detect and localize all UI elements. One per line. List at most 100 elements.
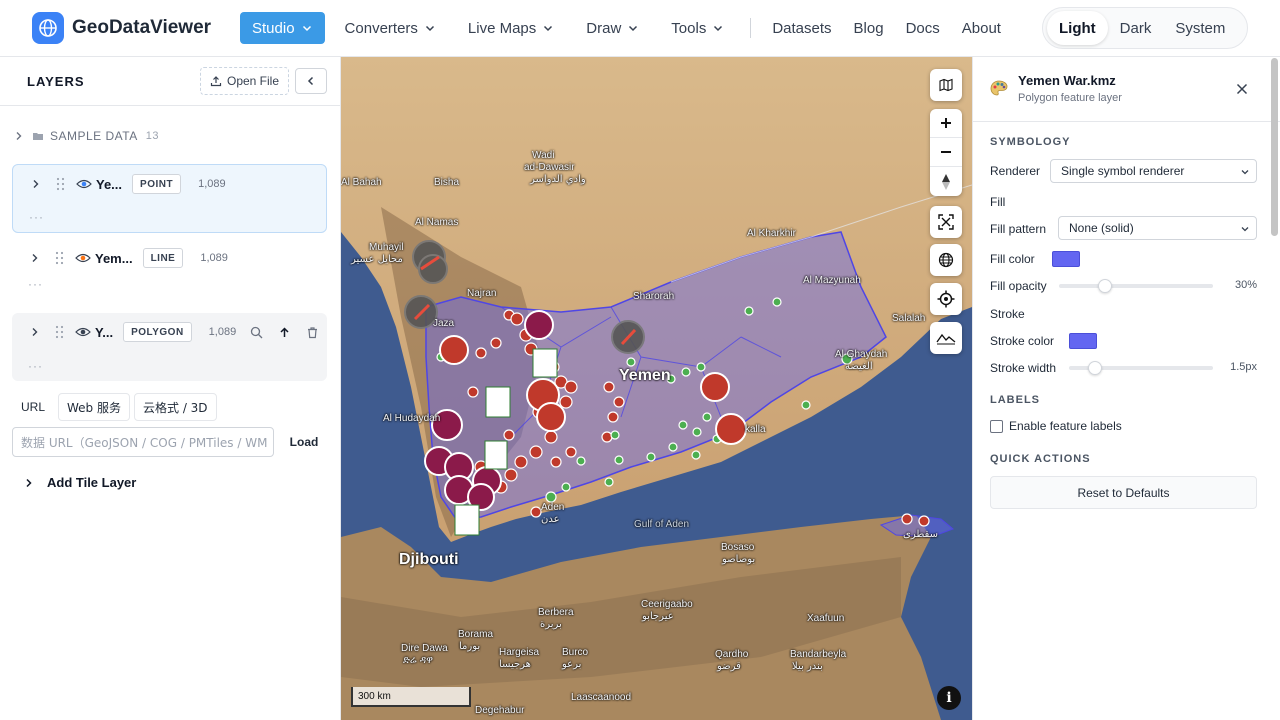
map-label: Wadi	[532, 150, 555, 161]
map-label: ad-Dawasir	[524, 162, 575, 173]
zoom-out-button[interactable]	[930, 138, 962, 167]
open-file-button[interactable]: Open File	[200, 67, 289, 95]
nav-link-about[interactable]: About	[951, 20, 1012, 37]
map-label: Al Kharkhir	[747, 228, 796, 239]
close-button[interactable]	[1233, 80, 1251, 98]
layer-row: Yem... LINE 1,089	[12, 239, 327, 277]
fill-opacity-slider[interactable]	[1059, 279, 1213, 293]
trash-icon[interactable]	[306, 326, 319, 339]
app-name: GeoDataViewer	[72, 17, 212, 38]
layer-item[interactable]: Ye... POINT 1,089 ···	[12, 164, 327, 233]
layer-more-dots[interactable]: ···	[29, 210, 44, 224]
eye-icon[interactable]	[75, 326, 91, 338]
sample-data-group[interactable]: SAMPLE DATA 13	[14, 129, 159, 143]
drag-handle-icon[interactable]	[55, 177, 67, 191]
basemap-button[interactable]	[930, 69, 962, 101]
chevron-right-icon[interactable]	[31, 179, 41, 189]
map-label: وادي الدواسر	[530, 174, 586, 185]
theme-dark[interactable]: Dark	[1108, 11, 1164, 45]
map-label: Laascaanood	[571, 692, 632, 703]
fill-color-swatch[interactable]	[1052, 251, 1080, 267]
close-icon	[1236, 83, 1248, 95]
eye-icon[interactable]	[75, 252, 91, 264]
upload-icon	[210, 76, 222, 87]
load-button[interactable]: Load	[282, 427, 326, 457]
stroke-width-value: 1.5px	[1230, 361, 1257, 373]
map-label: Qardho	[715, 649, 749, 660]
panel-scrollbar[interactable]	[1271, 58, 1278, 236]
chevron-right-icon[interactable]	[30, 253, 40, 263]
fill-pattern-select[interactable]: None (solid)	[1058, 216, 1257, 240]
layer-row: Y... POLYGON 1,089	[12, 313, 327, 351]
collapse-panel-button[interactable]	[295, 68, 327, 94]
nav-tools[interactable]: Tools	[659, 12, 736, 44]
terrain-button[interactable]	[930, 322, 962, 354]
palette-icon	[990, 80, 1008, 96]
layer-more-dots[interactable]: ···	[28, 359, 43, 373]
layers-title: LAYERS	[27, 74, 85, 89]
nav-link-blog[interactable]: Blog	[843, 20, 895, 37]
layer-item[interactable]: Y... POLYGON 1,089 ···	[12, 313, 327, 381]
data-url-input[interactable]: 数据 URL（GeoJSON / COG / PMTiles / WM	[12, 427, 274, 457]
stroke-width-thumb[interactable]	[1088, 361, 1102, 375]
theme-light[interactable]: Light	[1047, 11, 1108, 45]
chevron-left-icon	[307, 76, 314, 86]
map-label: kalla	[745, 424, 766, 435]
zoom-in-button[interactable]	[930, 109, 962, 138]
layer-item[interactable]: Yem... LINE 1,089 ···	[12, 239, 327, 299]
renderer-select[interactable]: Single symbol renderer	[1050, 159, 1257, 183]
eye-icon[interactable]	[76, 178, 92, 190]
layer-row: Ye... POINT 1,089	[13, 165, 326, 203]
chevron-right-icon[interactable]	[30, 327, 40, 337]
stroke-width-slider[interactable]	[1069, 361, 1213, 375]
layer-feature-count: 1,089	[200, 252, 228, 264]
reset-north-button[interactable]	[930, 167, 962, 196]
zoom-controls	[930, 109, 962, 196]
fill-heading: Fill	[990, 195, 1006, 209]
add-tile-layer[interactable]: Add Tile Layer	[20, 475, 136, 490]
sample-data-label: SAMPLE DATA	[50, 129, 138, 143]
enable-labels-checkbox[interactable]	[990, 420, 1003, 433]
layer-more-dots[interactable]: ···	[28, 277, 43, 291]
chevron-down-icon	[629, 25, 638, 32]
theme-system[interactable]: System	[1163, 11, 1237, 45]
layer-name: Y...	[95, 324, 114, 340]
drag-handle-icon[interactable]	[54, 251, 66, 265]
fullscreen-icon	[938, 214, 954, 230]
map-label: Hargeisa	[499, 647, 540, 658]
locate-button[interactable]	[930, 283, 962, 315]
map-view[interactable]: Wadi ad-Dawasir وادي الدواسر Al Bahah Bi…	[341, 57, 972, 720]
nav-link-docs[interactable]: Docs	[895, 20, 951, 37]
nav-studio[interactable]: Studio	[240, 12, 325, 44]
drag-handle-icon[interactable]	[54, 325, 66, 339]
stroke-color-swatch[interactable]	[1069, 333, 1097, 349]
nav-tools-label: Tools	[671, 19, 707, 37]
move-up-icon[interactable]	[278, 326, 291, 339]
info-icon[interactable]: i	[937, 686, 961, 710]
nav-live-maps[interactable]: Live Maps	[456, 12, 566, 44]
enable-labels-label: Enable feature labels	[1009, 419, 1122, 433]
tab-web-service[interactable]: Web 服务	[58, 393, 130, 421]
layers-panel: LAYERS Open File SAMPLE DATA 13 Ye... PO…	[0, 57, 341, 720]
map-label: Bosaso	[721, 542, 755, 553]
nav-converters[interactable]: Converters	[333, 12, 448, 44]
properties-header: Yemen War.kmz Polygon feature layer	[973, 57, 1280, 122]
layer-subtitle: Polygon feature layer	[1018, 92, 1122, 104]
nav-draw[interactable]: Draw	[574, 12, 651, 44]
fill-opacity-value: 30%	[1234, 279, 1257, 291]
app-logo[interactable]: GeoDataViewer	[32, 12, 211, 44]
map-label: Najran	[467, 288, 497, 299]
tab-url[interactable]: URL	[12, 393, 54, 421]
fill-opacity-thumb[interactable]	[1098, 279, 1113, 293]
tab-cloud-format[interactable]: 云格式 / 3D	[134, 393, 217, 421]
layer-feature-count: 1,089	[208, 326, 237, 338]
map-label: Sharorah	[633, 291, 675, 302]
nav-link-datasets[interactable]: Datasets	[761, 20, 842, 37]
globe-button[interactable]	[930, 244, 962, 276]
fullscreen-button[interactable]	[930, 206, 962, 238]
map-label: الغيضة	[845, 361, 873, 372]
zoom-to-layer-icon[interactable]	[250, 326, 263, 339]
map-label: Bandarbeyla	[790, 649, 847, 660]
reset-defaults-button[interactable]: Reset to Defaults	[990, 476, 1257, 509]
layers-panel-header: LAYERS Open File	[0, 57, 340, 106]
